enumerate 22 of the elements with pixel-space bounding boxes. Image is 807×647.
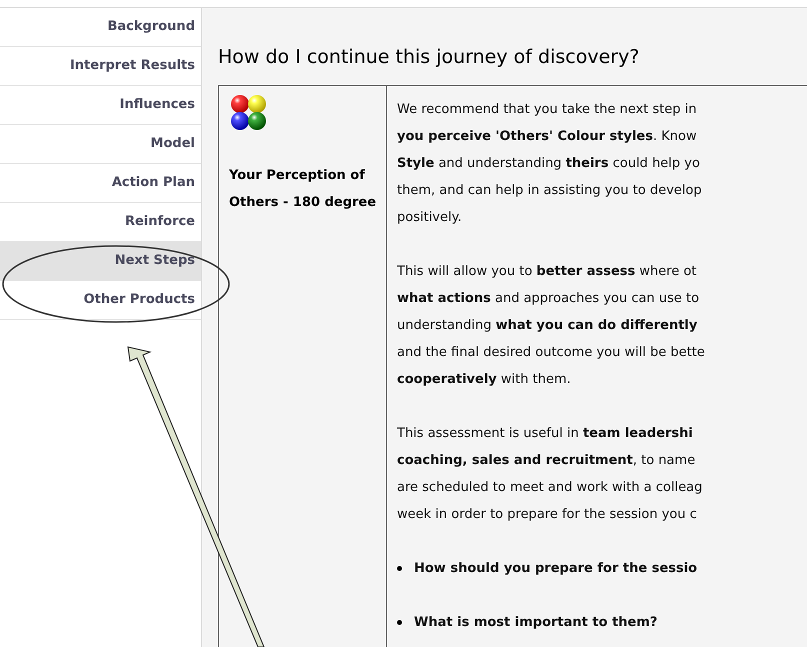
coloured-balls-icon: [230, 94, 268, 132]
text-line: We recommend that you take the next step in: [397, 101, 698, 119]
text-line: cooperatively with them.: [397, 371, 572, 389]
text-line: what actions and approaches you can use to: [397, 290, 700, 308]
text-line: This will allow you to better assess where ot: [397, 263, 698, 281]
text-line: coaching, sales and recruitment, to name: [397, 452, 696, 470]
text-line: Style and understanding theirs could help yo: [397, 155, 701, 173]
page-heading: How do I continue this journey of discovery?: [218, 45, 640, 69]
text-line: and the final desired outcome you will be bette: [397, 344, 705, 362]
text-line: week in order to prepare for the session you c: [397, 506, 698, 524]
text-line: are scheduled to meet and work with a colleag: [397, 479, 704, 497]
text-line: understanding what you can do differently: [397, 317, 698, 335]
text-line: positively.: [397, 209, 463, 227]
bullet-icon: [397, 620, 402, 625]
sidebar-item[interactable]: Next Steps: [0, 242, 201, 281]
bullet-text: What is most important to them?: [414, 614, 658, 632]
text-line: them, and can help in assisting you to develop: [397, 182, 703, 200]
text-line: you perceive 'Others' Colour styles. Know: [397, 128, 698, 146]
bullet-text: How should you prepare for the sessio: [414, 560, 698, 578]
product-title: Your Perception of Others - 180 degree: [229, 167, 378, 212]
bullet-icon: [397, 566, 402, 571]
text-line: This assessment is useful in team leadershi: [397, 425, 694, 443]
